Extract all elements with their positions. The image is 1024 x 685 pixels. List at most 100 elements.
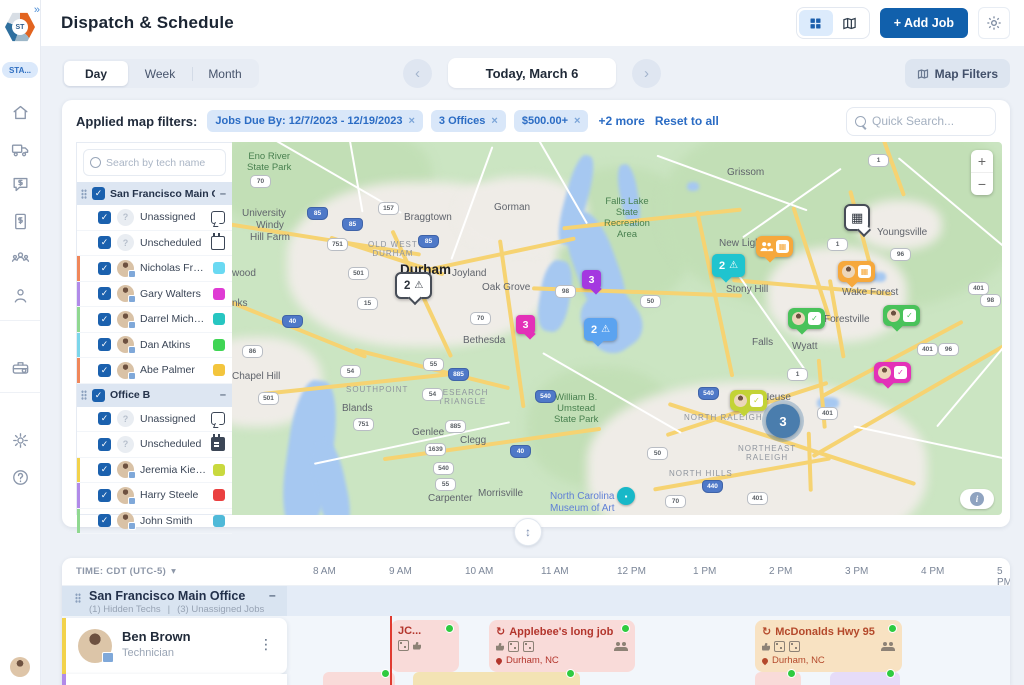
board-view-button[interactable] xyxy=(798,10,833,36)
tech-row[interactable]: ✓ Darrel Michaels xyxy=(77,307,232,333)
zoom-in-button[interactable]: + xyxy=(971,150,993,173)
job-card-partial[interactable] xyxy=(413,669,580,685)
collapse-group-button[interactable]: – xyxy=(269,588,276,602)
tab-week[interactable]: Week xyxy=(128,61,192,86)
next-technician-card-partial[interactable] xyxy=(62,674,287,685)
tech-checkbox[interactable]: ✓ xyxy=(98,312,111,326)
tech-row[interactable]: ✓? Unassigned xyxy=(77,205,232,231)
collapse-group-button[interactable]: – xyxy=(220,389,226,401)
sidebar-item-dispatch-truck[interactable] xyxy=(8,137,32,161)
kebab-menu-icon[interactable]: ⋮ xyxy=(259,636,273,653)
map-job-marker[interactable]: ▦ xyxy=(756,236,793,257)
sidebar-item-home[interactable] xyxy=(8,100,32,124)
next-day-button[interactable]: › xyxy=(632,58,661,88)
map-job-marker[interactable]: ✓ xyxy=(883,305,920,326)
sidebar-item-help[interactable] xyxy=(8,465,32,489)
tech-checkbox[interactable]: ✓ xyxy=(98,236,111,250)
sidebar-item-invoice[interactable] xyxy=(8,209,32,233)
tech-search-input[interactable]: Search by tech name xyxy=(83,149,226,176)
map-cluster-marker[interactable]: 2 ⚠ xyxy=(584,318,618,341)
job-card[interactable]: JC... xyxy=(391,620,459,672)
timezone-selector[interactable]: TIME: CDT (UTC-5) ▾ xyxy=(76,566,176,577)
tech-row[interactable]: ✓ Harry Steele xyxy=(77,483,232,509)
tech-row[interactable]: ✓ Gary Walters xyxy=(77,281,232,307)
more-filters-link[interactable]: +2 more xyxy=(598,114,644,128)
group-checkbox[interactable]: ✓ xyxy=(92,187,105,200)
tech-checkbox[interactable]: ✓ xyxy=(98,210,111,224)
search-icon xyxy=(855,115,866,127)
drag-handle-icon[interactable] xyxy=(75,593,81,603)
tech-checkbox[interactable]: ✓ xyxy=(98,412,111,426)
sidebar-item-chat-dollar[interactable] xyxy=(8,172,32,196)
technician-card[interactable]: Ben Brown Technician ⋮ xyxy=(62,618,287,674)
job-card-partial[interactable] xyxy=(830,669,900,685)
tech-checkbox[interactable]: ✓ xyxy=(98,261,111,275)
tech-row[interactable]: ✓ Nicholas Freema... xyxy=(77,256,232,282)
tech-checkbox[interactable]: ✓ xyxy=(98,514,111,528)
prev-day-button[interactable]: ‹ xyxy=(403,58,432,88)
job-card[interactable]: ↻ McDonalds Hwy 95 Durham, NC xyxy=(755,620,902,672)
tech-row[interactable]: ✓? Unscheduled xyxy=(77,432,232,458)
museum-poi-icon[interactable]: ▪ xyxy=(617,487,635,505)
filter-chip[interactable]: Jobs Due By: 12/7/2023 - 12/19/2023 × xyxy=(207,110,423,132)
filter-chip[interactable]: 3 Offices × xyxy=(430,110,506,132)
job-card-partial[interactable] xyxy=(323,669,395,685)
sidebar-item-settings[interactable] xyxy=(8,428,32,452)
map-filters-button[interactable]: Map Filters xyxy=(904,59,1010,88)
tab-month[interactable]: Month xyxy=(193,61,257,86)
map-job-marker[interactable]: ✓ xyxy=(788,308,825,329)
office-group-header[interactable]: ✓ San Francisco Main O...– xyxy=(77,182,232,205)
tech-row[interactable]: ✓? Unscheduled xyxy=(77,231,232,256)
job-card-partial[interactable] xyxy=(755,669,801,685)
tech-checkbox[interactable]: ✓ xyxy=(98,437,111,451)
tech-row[interactable]: ✓ Dan Atkins xyxy=(77,332,232,358)
job-card[interactable]: ↻ Applebee's long job Durham, NC xyxy=(489,620,635,672)
panel-resize-handle[interactable]: ↕ xyxy=(514,518,542,546)
tech-row[interactable]: ✓ John Smith xyxy=(77,508,232,534)
add-job-button[interactable]: + Add Job xyxy=(879,8,968,38)
tech-row[interactable]: ✓? Unassigned xyxy=(77,407,232,432)
drag-handle-icon[interactable] xyxy=(81,188,87,199)
remove-filter-icon[interactable]: × xyxy=(574,115,580,127)
reset-filters-link[interactable]: Reset to all xyxy=(655,114,719,128)
dispatch-map[interactable]: + − i Eno River State Park University Wind… xyxy=(232,142,1002,515)
map-job-marker[interactable]: ✓ xyxy=(874,362,911,383)
map-view-button[interactable] xyxy=(833,10,867,36)
user-avatar[interactable] xyxy=(10,657,30,677)
collapse-group-button[interactable]: – xyxy=(220,188,226,200)
map-job-marker[interactable]: ✓ xyxy=(730,390,767,411)
remove-filter-icon[interactable]: × xyxy=(491,115,497,127)
tech-checkbox[interactable]: ✓ xyxy=(98,338,111,352)
map-count-marker[interactable]: 3 xyxy=(582,270,601,289)
sidebar-item-team[interactable] xyxy=(8,246,32,270)
map-count-marker[interactable]: 3 xyxy=(516,315,535,334)
pin-icon xyxy=(760,656,770,665)
map-cluster-marker-selected[interactable]: 2 ⚠ xyxy=(395,272,433,299)
map-job-marker-selected[interactable]: ▦ xyxy=(844,204,871,231)
map-info-button[interactable]: i xyxy=(960,489,994,509)
map-cluster-circle[interactable]: 3 xyxy=(766,404,800,438)
map-cluster-marker[interactable]: 2 ⚠ xyxy=(712,254,746,277)
remove-filter-icon[interactable]: × xyxy=(408,115,414,127)
tech-checkbox[interactable]: ✓ xyxy=(98,287,111,301)
drag-handle-icon[interactable] xyxy=(81,390,87,400)
map-job-marker[interactable]: ▦ xyxy=(838,261,875,282)
sidebar-item-toolbox[interactable] xyxy=(8,355,32,379)
tab-day[interactable]: Day xyxy=(64,61,128,86)
app-logo[interactable]: ST xyxy=(5,12,35,42)
quick-search-input[interactable]: Quick Search... xyxy=(846,106,996,136)
sidebar-item-customer[interactable] xyxy=(8,283,32,307)
tech-checkbox[interactable]: ✓ xyxy=(98,363,111,377)
office-group-header[interactable]: ✓ Office B – xyxy=(77,383,232,407)
office-group-header[interactable]: San Francisco Main Office (1) Hidden Tec… xyxy=(62,585,1010,616)
workspace-badge[interactable]: STA... xyxy=(2,62,38,78)
settings-button[interactable] xyxy=(978,7,1010,39)
zoom-out-button[interactable]: − xyxy=(971,173,993,195)
tech-checkbox[interactable]: ✓ xyxy=(98,488,111,502)
current-date-button[interactable]: Today, March 6 xyxy=(448,58,616,88)
tech-row[interactable]: ✓ Jeremia Kielman xyxy=(77,457,232,483)
group-checkbox[interactable]: ✓ xyxy=(92,388,105,402)
tech-checkbox[interactable]: ✓ xyxy=(98,463,111,477)
filter-chip[interactable]: $500.00+ × xyxy=(513,110,589,132)
tech-row[interactable]: ✓ Abe Palmer xyxy=(77,358,232,384)
